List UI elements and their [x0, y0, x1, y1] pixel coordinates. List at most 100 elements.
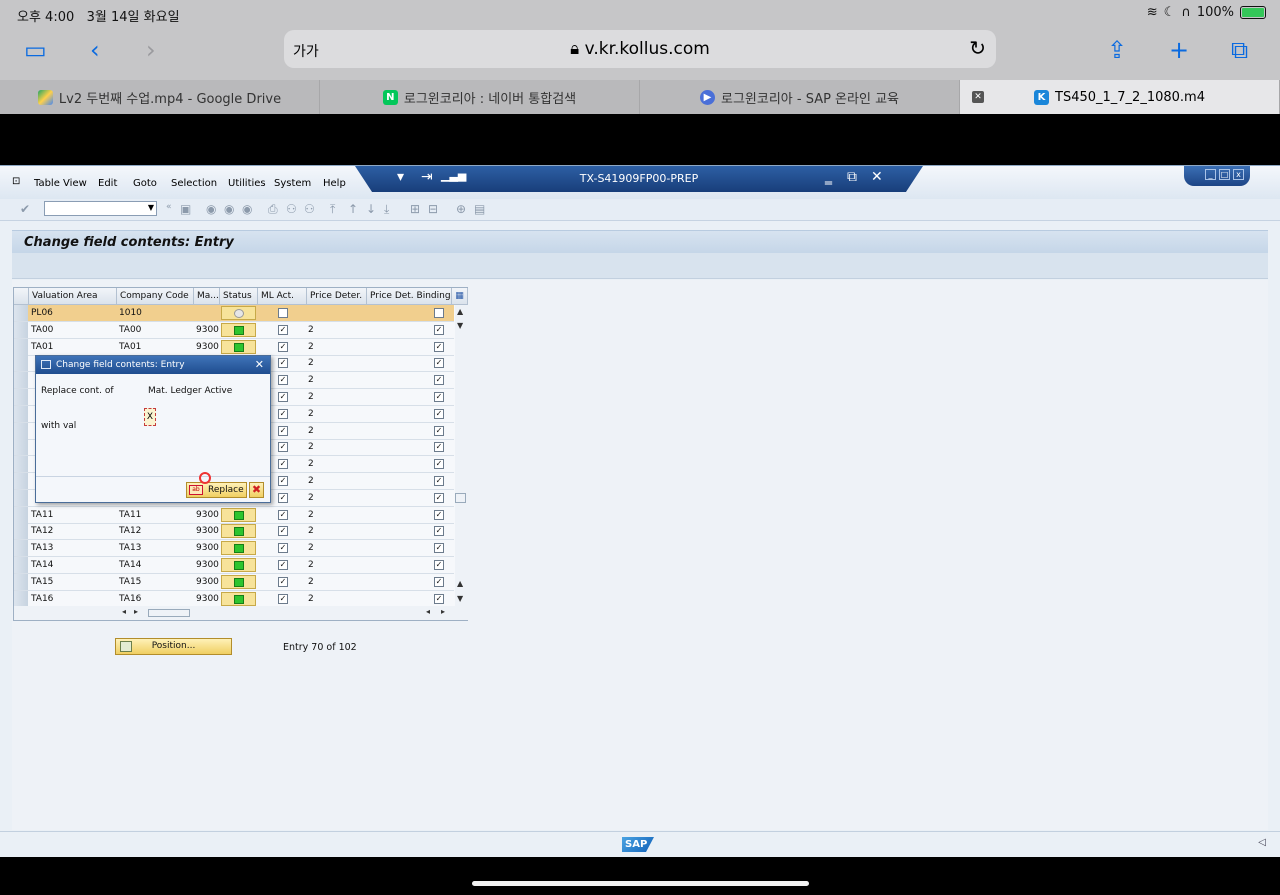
- status-button[interactable]: [221, 524, 256, 539]
- restore-icon[interactable]: ⧉: [847, 169, 857, 185]
- scroll-left-icon[interactable]: ◂: [122, 607, 126, 616]
- forward-icon[interactable]: ›: [146, 38, 156, 62]
- menu-item[interactable]: Goto: [133, 178, 157, 189]
- table-settings-icon[interactable]: ▦: [452, 288, 468, 305]
- menu-icon[interactable]: ⊡: [12, 176, 20, 187]
- table-cell[interactable]: 2: [306, 406, 314, 422]
- table-cell[interactable]: 2: [306, 591, 314, 607]
- row-selector[interactable]: [14, 389, 28, 405]
- ml-active-checkbox[interactable]: ✓: [278, 593, 288, 604]
- cancel-icon[interactable]: ◉: [242, 202, 252, 216]
- ml-active-checkbox[interactable]: ✓: [278, 543, 288, 554]
- ml-active-checkbox[interactable]: ✓: [278, 341, 288, 352]
- browser-tab[interactable]: ▶ 로그윈코리아 - SAP 온라인 교육: [640, 80, 960, 114]
- command-field[interactable]: ▼: [44, 201, 157, 216]
- browser-tab[interactable]: N 로그윈코리아 : 네이버 통합검색: [320, 80, 640, 114]
- price-binding-checkbox[interactable]: ✓: [434, 324, 444, 335]
- row-selector[interactable]: [14, 557, 28, 573]
- ml-active-checkbox[interactable]: ✓: [278, 425, 288, 436]
- select-all-column[interactable]: [14, 288, 29, 305]
- row-selector[interactable]: [14, 355, 28, 372]
- row-selector[interactable]: [14, 305, 28, 321]
- price-binding-checkbox[interactable]: ✓: [434, 526, 444, 537]
- enter-icon[interactable]: ✔: [20, 202, 30, 216]
- scroll-left-icon[interactable]: ◂: [426, 607, 430, 616]
- price-binding-checkbox[interactable]: ✓: [434, 492, 444, 503]
- status-button[interactable]: [221, 306, 256, 320]
- address-bar[interactable]: 가가 🔒︎ v.kr.kollus.com ↻: [284, 30, 996, 68]
- back-icon[interactable]: ◉: [206, 202, 216, 216]
- menu-item[interactable]: Utilities: [228, 178, 266, 189]
- table-cell[interactable]: 2: [306, 540, 314, 556]
- column-header[interactable]: Price Deter.: [307, 288, 367, 305]
- scroll-up-icon[interactable]: ▲: [457, 307, 463, 316]
- table-cell[interactable]: 2: [306, 322, 314, 338]
- table-cell[interactable]: 2: [306, 339, 314, 355]
- column-header[interactable]: Status: [220, 288, 258, 305]
- ml-active-checkbox[interactable]: ✓: [278, 509, 288, 520]
- tabs-overview-icon[interactable]: ⧉: [1231, 38, 1248, 62]
- table-cell[interactable]: 2: [306, 574, 314, 590]
- column-header[interactable]: Company Code: [117, 288, 194, 305]
- new-session-icon[interactable]: ⊞: [410, 202, 420, 216]
- h-scroll-thumb[interactable]: [148, 609, 190, 617]
- table-cell[interactable]: 2: [306, 507, 314, 523]
- table-cell[interactable]: 2: [306, 439, 314, 455]
- price-binding-checkbox[interactable]: ✓: [434, 593, 444, 604]
- table-row[interactable]: TA13 TA13 9300 ✓ 2 ✓: [14, 540, 454, 558]
- back-icon[interactable]: ‹: [90, 38, 100, 62]
- table-row[interactable]: TA01 TA01 9300 ✓ 2 ✓: [14, 338, 454, 356]
- table-row[interactable]: PL06 1010: [14, 305, 454, 322]
- scroll-right-icon[interactable]: ▸: [441, 607, 445, 616]
- price-binding-checkbox[interactable]: [434, 308, 444, 318]
- close-window-icon[interactable]: ✕: [871, 169, 883, 185]
- cancel-button[interactable]: ✖: [249, 482, 264, 498]
- table-cell[interactable]: 2: [306, 490, 314, 506]
- new-value-input[interactable]: X: [144, 408, 156, 426]
- row-selector[interactable]: [14, 321, 28, 338]
- price-binding-checkbox[interactable]: ✓: [434, 576, 444, 587]
- scroll-thumb[interactable]: [455, 493, 466, 503]
- find-next-icon[interactable]: ⚇: [304, 202, 315, 216]
- last-page-icon[interactable]: ⤓: [384, 202, 389, 217]
- close-icon[interactable]: ✕: [255, 356, 264, 374]
- table-cell[interactable]: 2: [306, 389, 314, 405]
- page-up-icon[interactable]: ▼: [457, 321, 463, 330]
- price-binding-checkbox[interactable]: ✓: [434, 476, 444, 486]
- scroll-down-icon[interactable]: ▼: [457, 594, 463, 603]
- next-page-icon[interactable]: ↓: [366, 202, 376, 216]
- table-row[interactable]: TA00 TA00 9300 ✓ 2 ✓: [14, 321, 454, 339]
- price-binding-checkbox[interactable]: ✓: [434, 408, 444, 419]
- ml-active-checkbox[interactable]: ✓: [278, 526, 288, 537]
- find-icon[interactable]: ⚇: [286, 202, 297, 216]
- price-binding-checkbox[interactable]: ✓: [434, 425, 444, 436]
- price-binding-checkbox[interactable]: ✓: [434, 459, 444, 470]
- ml-active-checkbox[interactable]: ✓: [278, 492, 288, 503]
- sidebar-icon[interactable]: ▭: [24, 38, 47, 62]
- close-tab-icon[interactable]: ✕: [972, 91, 984, 103]
- scroll-right-icon[interactable]: ▸: [134, 607, 138, 616]
- share-icon[interactable]: ⇪: [1107, 38, 1127, 62]
- price-binding-checkbox[interactable]: ✓: [434, 392, 444, 402]
- browser-tab-active[interactable]: ✕ K TS450_1_7_2_1080.m4: [960, 80, 1280, 114]
- ml-active-checkbox[interactable]: ✓: [278, 442, 288, 453]
- status-button[interactable]: [221, 339, 256, 354]
- print-icon[interactable]: ⎙: [268, 202, 278, 217]
- row-selector[interactable]: [14, 473, 28, 489]
- layout-menu-icon[interactable]: ▤: [474, 202, 485, 216]
- menu-item[interactable]: Help: [323, 178, 346, 189]
- row-selector[interactable]: [14, 489, 28, 506]
- table-row[interactable]: TA12 TA12 9300 ✓ 2 ✓: [14, 523, 454, 541]
- ml-active-checkbox[interactable]: ✓: [278, 375, 288, 386]
- exit-icon[interactable]: ◉: [224, 202, 234, 216]
- table-cell[interactable]: 2: [306, 456, 314, 472]
- price-binding-checkbox[interactable]: ✓: [434, 442, 444, 453]
- ml-active-checkbox[interactable]: ✓: [278, 476, 288, 486]
- menu-item[interactable]: System: [274, 178, 311, 189]
- row-selector[interactable]: [14, 590, 28, 607]
- table-cell[interactable]: 2: [306, 372, 314, 388]
- close-icon[interactable]: x: [1233, 169, 1244, 180]
- first-page-icon[interactable]: ⤒: [330, 202, 335, 217]
- price-binding-checkbox[interactable]: ✓: [434, 358, 444, 369]
- status-button[interactable]: [221, 507, 256, 522]
